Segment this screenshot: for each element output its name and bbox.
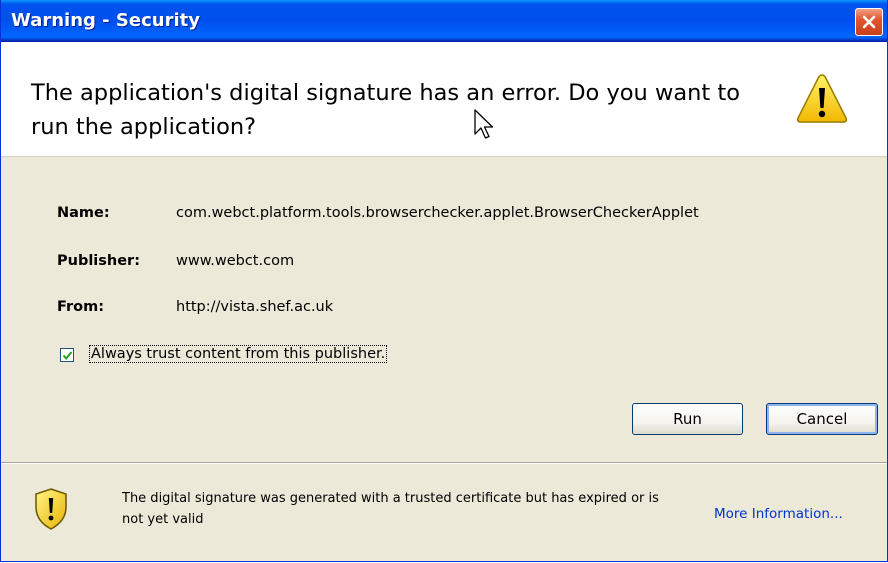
checkmark-icon [62,351,73,361]
name-value: com.webct.platform.tools.browserchecker.… [176,205,699,221]
security-warning-dialog: Warning - Security The application's dig… [0,0,888,562]
footer-panel: The digital signature was generated with… [1,462,887,561]
footer-divider [1,463,887,464]
publisher-value: www.webct.com [176,253,295,269]
from-value: http://vista.shef.ac.uk [176,299,334,315]
name-label: Name: [57,205,110,221]
cancel-button[interactable]: Cancel [766,403,878,435]
header-panel: The application's digital signature has … [1,42,887,157]
title-bar[interactable]: Warning - Security [1,0,887,42]
mouse-cursor-icon [474,109,494,139]
warning-shield-icon [35,488,67,530]
certificate-status-message: The digital signature was generated with… [122,491,659,527]
from-label: From: [57,299,104,315]
more-information-link[interactable]: More Information... [714,506,843,522]
publisher-label: Publisher: [57,253,141,269]
warning-triangle-icon [796,74,848,123]
close-icon [862,15,876,29]
run-button[interactable]: Run [632,403,743,435]
window-title: Warning - Security [11,10,200,31]
always-trust-label[interactable]: Always trust content from this publisher… [88,345,388,363]
close-button[interactable] [855,8,883,36]
always-trust-checkbox[interactable] [60,348,74,362]
warning-message: The application's digital signature has … [31,80,740,140]
